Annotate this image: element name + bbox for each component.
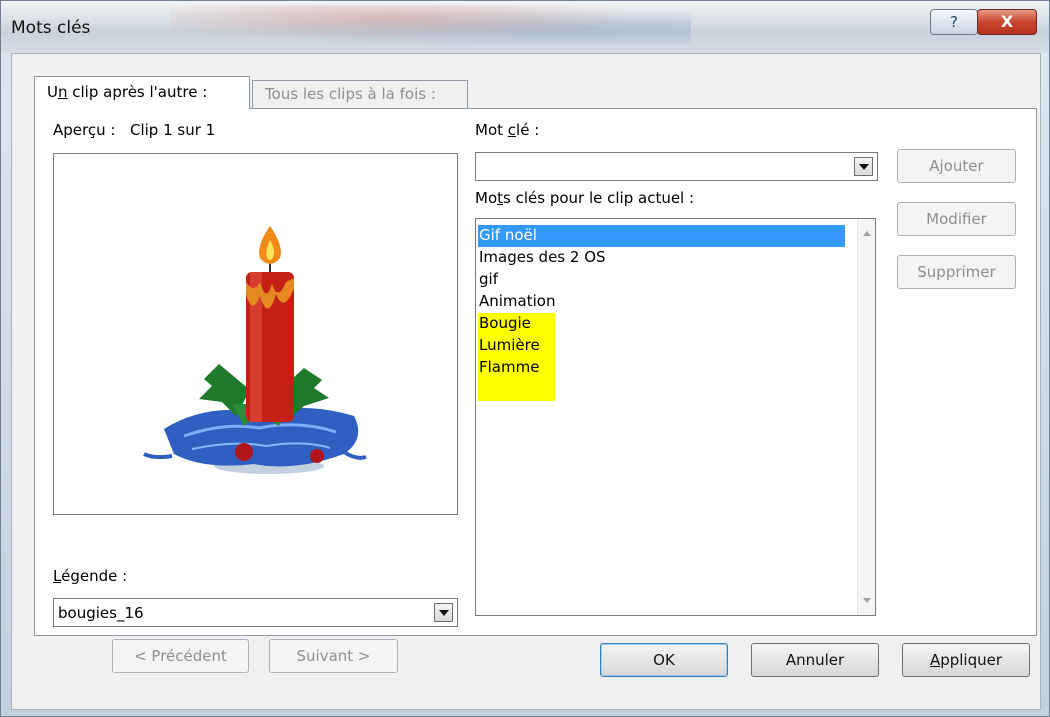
previous-button[interactable]: < Précédent [112, 639, 249, 673]
add-button[interactable]: Ajouter [897, 149, 1016, 183]
next-button[interactable]: Suivant > [269, 639, 398, 673]
keyword-combobox[interactable] [475, 152, 878, 181]
list-item[interactable]: gif [478, 269, 498, 291]
apply-label-accel: A [929, 651, 941, 669]
preview-label: Aperçu : [53, 121, 116, 139]
list-item[interactable]: Bougie [478, 313, 555, 335]
chevron-down-icon[interactable] [854, 157, 873, 176]
keyword-label-text: lé : [516, 121, 540, 139]
tab-label-accel: n [57, 83, 68, 101]
keyword-label-text: Mot [475, 121, 508, 139]
caption-value: bougies_16 [58, 604, 144, 622]
apply-label-text: ppliquer [940, 651, 1003, 669]
clip-counter: Clip 1 sur 1 [130, 121, 216, 139]
modify-button[interactable]: Modifier [897, 202, 1016, 236]
list-item[interactable]: Flamme [478, 357, 555, 401]
list-item[interactable]: Images des 2 OS [478, 247, 606, 269]
tab-label-part: U [47, 83, 58, 101]
list-scrollbar[interactable] [857, 219, 875, 615]
delete-button[interactable]: Supprimer [897, 255, 1016, 289]
list-label-text: Mo [475, 189, 498, 207]
title-bar[interactable]: Mots clés ? X [1, 1, 1049, 53]
keywords-list-label: Mots clés pour le clip actuel : [475, 189, 694, 207]
keyword-label-accel: c [507, 121, 517, 139]
scroll-up-icon[interactable] [863, 231, 871, 236]
caption-label: Légende : [53, 567, 127, 585]
window-title: Mots clés [11, 18, 91, 38]
caption-label-text: égende : [61, 567, 128, 585]
close-button[interactable]: X [977, 9, 1037, 35]
keywords-dialog: Mots clés ? X Un clip après l'autre : To… [0, 0, 1050, 717]
tab-label-part: clip après l'autre : [67, 83, 208, 101]
dialog-client-area: Un clip après l'autre : Tous les clips à… [11, 53, 1041, 710]
list-label-text: s clés pour le clip actuel : [503, 189, 695, 207]
candle-image [143, 226, 367, 474]
list-item[interactable]: Lumière [478, 335, 555, 357]
tab-all-clips-at-once[interactable]: Tous les clips à la fois : [252, 80, 468, 108]
caption-label-accel: L [53, 567, 62, 585]
help-button[interactable]: ? [930, 9, 978, 35]
scroll-down-icon[interactable] [863, 598, 871, 603]
apply-button[interactable]: Appliquer [902, 643, 1030, 677]
tab-panel: Aperçu : Clip 1 sur 1 Légende: bougies_… [34, 108, 1037, 673]
tab-one-clip-at-a-time[interactable]: Un clip après l'autre : [34, 76, 250, 109]
clip-preview [53, 153, 458, 515]
caption-combobox[interactable]: bougies_16 [53, 598, 458, 627]
keywords-listbox[interactable]: Gif noël Images des 2 OS gif Animation B… [475, 218, 876, 616]
list-item[interactable]: Animation [478, 291, 555, 313]
ok-button[interactable]: OK [600, 643, 728, 677]
chevron-down-icon[interactable] [434, 603, 453, 622]
list-item[interactable]: Gif noël [478, 225, 845, 247]
keyword-label: Mot clé : [475, 121, 539, 139]
cancel-button[interactable]: Annuler [751, 643, 879, 677]
